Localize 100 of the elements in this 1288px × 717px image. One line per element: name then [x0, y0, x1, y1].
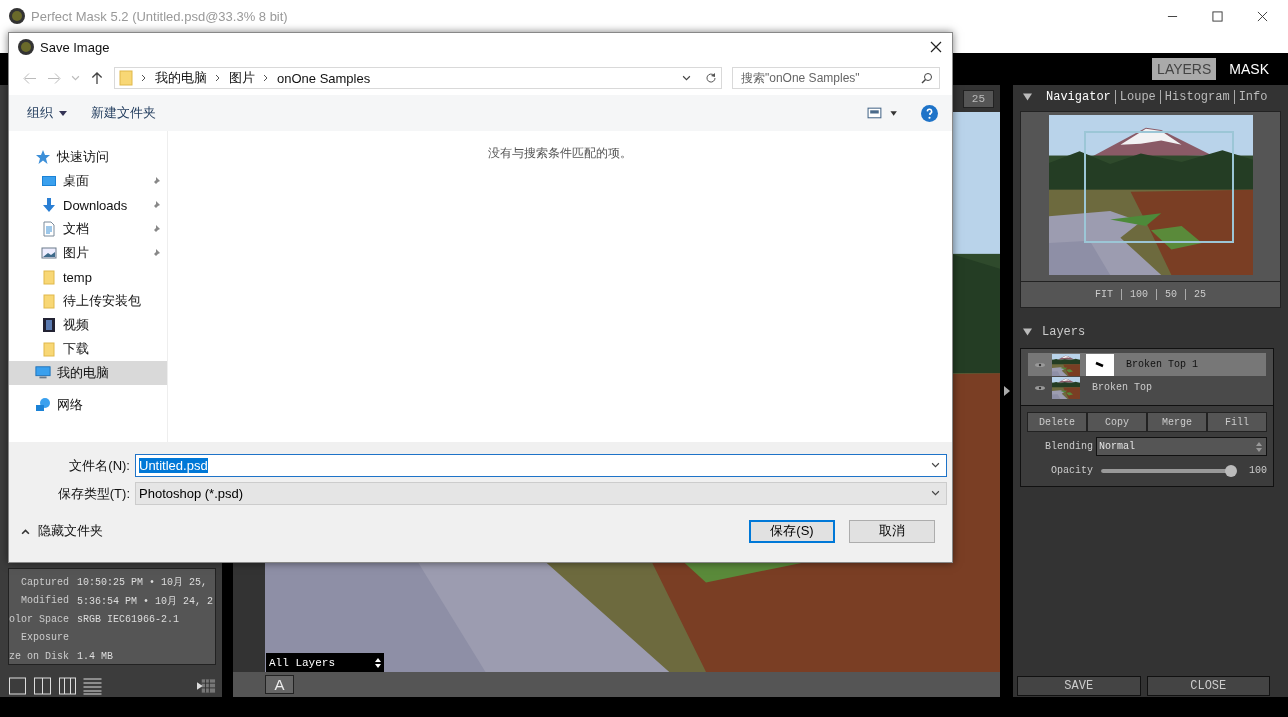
- file-name-label: 文件名(N):: [68, 456, 130, 475]
- breadcrumb-item[interactable]: 我的电脑: [155, 69, 207, 87]
- file-type-select[interactable]: Photoshop (*.psd): [135, 482, 947, 505]
- view-options-icon[interactable]: [867, 106, 899, 120]
- collapse-icon[interactable]: [1023, 93, 1032, 101]
- panel-tab[interactable]: Histogram: [1159, 90, 1234, 104]
- nav-item[interactable]: 图片: [9, 241, 167, 265]
- search-icon: [921, 72, 933, 84]
- organize-button[interactable]: 组织: [19, 100, 75, 126]
- slider-thumb[interactable]: [1225, 464, 1237, 477]
- dialog-button[interactable]: 保存(S): [749, 519, 835, 543]
- mode-tab[interactable]: LAYERS: [1152, 58, 1217, 80]
- mask-thumbnail[interactable]: [1086, 353, 1114, 376]
- folder-icon: [41, 341, 57, 357]
- up-arrow-icon[interactable]: [90, 71, 104, 85]
- single-view-icon[interactable]: [8, 677, 27, 695]
- file-type-label: 保存类型(T):: [56, 484, 130, 503]
- empty-message: 没有与搜索条件匹配的项。: [488, 145, 632, 161]
- footer-button[interactable]: SAVE: [1017, 676, 1141, 696]
- nav-item[interactable]: temp: [9, 265, 167, 289]
- opacity-value: 100: [1248, 465, 1267, 476]
- info-label: Captured: [20, 576, 69, 588]
- zoom-option[interactable]: 100: [1121, 289, 1156, 300]
- close-icon[interactable]: [930, 41, 942, 53]
- new-folder-button[interactable]: 新建文件夹: [83, 100, 164, 126]
- info-value: 5:36:54 PM • 10月 24, 2: [77, 594, 214, 608]
- breadcrumb-item[interactable]: 图片: [229, 69, 255, 87]
- info-label: Modified: [20, 595, 69, 607]
- info-label: ze on Disk: [9, 650, 69, 662]
- refresh-icon[interactable]: [705, 72, 717, 84]
- nav-item[interactable]: 快速访问: [9, 145, 167, 169]
- three-column-icon[interactable]: [58, 677, 77, 695]
- viewport-frame[interactable]: [1083, 131, 1234, 243]
- app-logo-icon: [9, 8, 25, 24]
- nav-item[interactable]: 下载: [9, 337, 167, 361]
- address-bar[interactable]: 我的电脑 图片 onOne Samples: [114, 67, 722, 89]
- expand-arrow-icon[interactable]: [1003, 386, 1010, 396]
- help-icon[interactable]: [921, 104, 938, 122]
- document-icon: [41, 221, 57, 237]
- search-field[interactable]: 搜索"onOne Samples": [732, 67, 940, 89]
- nav-item[interactable]: 视频: [9, 313, 167, 337]
- mode-tab[interactable]: MASK: [1224, 58, 1274, 80]
- eye-icon[interactable]: [1034, 384, 1046, 391]
- maximize-icon[interactable]: [1212, 10, 1223, 22]
- breadcrumb-item[interactable]: onOne Samples: [277, 70, 371, 86]
- info-label: olor Space: [9, 613, 69, 625]
- layer-select[interactable]: All Layers: [266, 653, 384, 672]
- dialog-title: Save Image: [40, 39, 110, 55]
- panel-tab[interactable]: Loupe: [1114, 90, 1160, 104]
- chevron-right-icon: [215, 74, 221, 82]
- zoom-option[interactable]: 50: [1156, 289, 1185, 300]
- updown-icon: [1256, 441, 1262, 452]
- layer-button[interactable]: Fill: [1207, 412, 1267, 432]
- eye-icon[interactable]: [1034, 361, 1046, 368]
- layer-button[interactable]: Merge: [1147, 412, 1207, 432]
- blending-select[interactable]: Normal: [1096, 437, 1267, 456]
- layer-name: Broken Top: [1092, 382, 1152, 393]
- zoom-field[interactable]: 25: [962, 89, 994, 108]
- nav-item[interactable]: 我的电脑: [9, 361, 167, 385]
- folder-icon: [41, 293, 57, 309]
- computer-icon: [35, 365, 51, 381]
- two-column-icon[interactable]: [33, 677, 52, 695]
- filmstrip-icon[interactable]: [197, 677, 216, 695]
- zoom-option[interactable]: 25: [1185, 289, 1215, 300]
- folder-icon: [41, 269, 57, 285]
- chevron-down-icon: [931, 490, 940, 497]
- nav-item[interactable]: 文档: [9, 217, 167, 241]
- close-icon[interactable]: [1257, 10, 1268, 22]
- chevron-up-icon: [21, 527, 30, 535]
- caret-icon: [59, 110, 67, 116]
- info-value: 10:50:25 PM • 10月 25,: [77, 576, 208, 590]
- folder-icon: [119, 70, 133, 86]
- film-icon: [41, 317, 57, 333]
- layer-row[interactable]: Broken Top: [1028, 376, 1266, 399]
- list-view-icon[interactable]: [83, 677, 102, 695]
- file-name-field[interactable]: Untitled.psd: [135, 454, 947, 477]
- opacity-slider[interactable]: [1101, 464, 1237, 477]
- layer-button[interactable]: Copy: [1087, 412, 1147, 432]
- layer-row[interactable]: Broken Top 1: [1028, 353, 1266, 376]
- network-icon: [35, 397, 51, 413]
- hide-folders-toggle[interactable]: 隐藏文件夹: [9, 518, 109, 544]
- panel-tab[interactable]: Info: [1233, 90, 1272, 104]
- zoom-option[interactable]: FIT: [1086, 289, 1121, 300]
- chevron-right-icon: [141, 74, 147, 82]
- collapse-icon[interactable]: [1023, 328, 1032, 336]
- nav-item[interactable]: Downloads: [9, 193, 167, 217]
- view-button[interactable]: A: [265, 675, 294, 694]
- panel-tab[interactable]: Navigator: [1042, 90, 1115, 104]
- dialog-button[interactable]: 取消: [849, 519, 935, 543]
- app-logo-icon: [18, 39, 34, 55]
- nav-item[interactable]: 桌面: [9, 169, 167, 193]
- footer-button[interactable]: CLOSE: [1146, 676, 1270, 696]
- chevron-right-icon: [263, 74, 269, 82]
- nav-item[interactable]: 网络: [9, 393, 167, 417]
- panel-title: Layers: [1042, 325, 1086, 339]
- layer-button[interactable]: Delete: [1027, 412, 1087, 432]
- blending-label: Blending: [1044, 441, 1093, 452]
- chevron-down-icon[interactable]: [682, 74, 691, 82]
- nav-item[interactable]: 待上传安装包: [9, 289, 167, 313]
- pictures-icon: [41, 245, 57, 261]
